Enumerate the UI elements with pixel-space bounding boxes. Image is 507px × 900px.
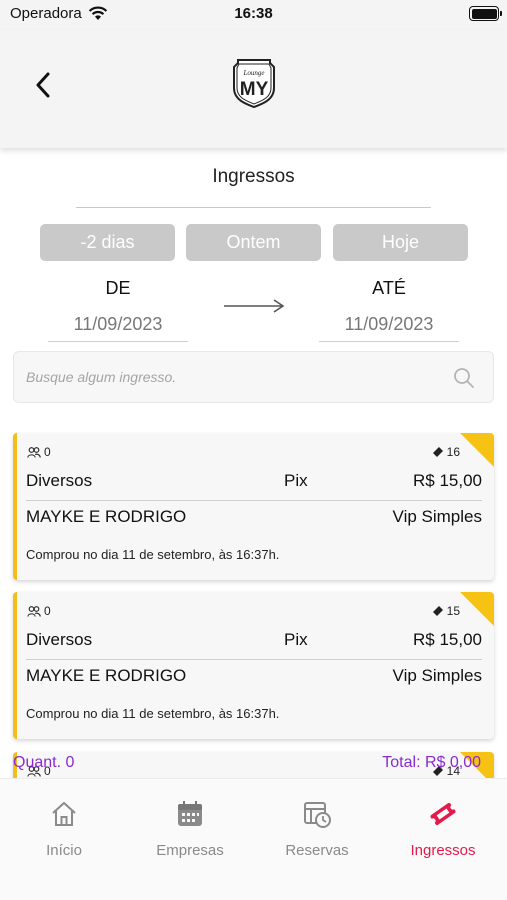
- ticket-small-icon: [432, 606, 443, 616]
- ticket-count-value: 15: [446, 604, 460, 618]
- tab-bar: Início Empresas Reservas Ingressos: [0, 778, 507, 900]
- ticket-price: R$ 15,00: [413, 471, 482, 490]
- summary-bar: Quant. 0 Total: R$ 0,00: [0, 752, 507, 778]
- total-summary: Total: R$ 0,00: [382, 754, 481, 771]
- ticket-card[interactable]: 0 15 Diversos Pix R$ 15,00 MAYKE E RODRI…: [13, 592, 494, 739]
- logo-text: MY: [240, 79, 269, 100]
- title-divider: [76, 207, 431, 208]
- filter-today-button[interactable]: Hoje: [333, 224, 468, 261]
- people-value: 0: [44, 445, 51, 459]
- people-icon: [27, 446, 41, 458]
- card-corner-flag: [460, 433, 494, 467]
- people-count: 0: [27, 604, 51, 618]
- quantity-summary: Quant. 0: [13, 754, 75, 771]
- customer-name: MAYKE E RODRIGO: [26, 666, 187, 685]
- from-date-label: DE: [105, 278, 131, 298]
- search-input[interactable]: [26, 352, 426, 402]
- ticket-count: 16: [432, 445, 460, 459]
- from-date-field[interactable]: 11/09/2023: [48, 314, 188, 342]
- ticket-icon: [430, 802, 456, 826]
- ticket-count: 15: [432, 604, 460, 618]
- ticket-category: Diversos: [26, 630, 93, 649]
- card-divider: [26, 500, 482, 501]
- people-count: 0: [27, 445, 51, 459]
- filter-yesterday-button[interactable]: Ontem: [186, 224, 321, 261]
- calendar-icon: [178, 801, 202, 826]
- search-icon[interactable]: [453, 367, 475, 389]
- tab-label: Início: [46, 842, 82, 859]
- tab-reservas[interactable]: Reservas: [254, 779, 380, 869]
- back-button[interactable]: [26, 68, 60, 102]
- card-corner-flag: [460, 592, 494, 626]
- ticket-count-value: 16: [446, 445, 460, 459]
- tab-label: Reservas: [285, 842, 349, 859]
- tab-label: Empresas: [156, 842, 224, 859]
- status-bar: Operadora 16:38: [0, 0, 507, 30]
- status-time: 16:38: [234, 5, 273, 22]
- app-header: Lounge MY: [0, 30, 507, 148]
- to-date-label: ATÉ: [372, 278, 406, 298]
- logo-small-text: Lounge: [243, 69, 265, 77]
- purchase-info: Comprou no dia 11 de setembro, às 16:37h…: [26, 706, 280, 721]
- ticket-type: Vip Simples: [392, 507, 482, 526]
- chevron-left-icon: [36, 72, 50, 98]
- page-title: Ingressos: [212, 166, 295, 187]
- tab-ingressos[interactable]: Ingressos: [380, 779, 506, 869]
- ticket-type: Vip Simples: [392, 666, 482, 685]
- arrow-right-icon: [224, 299, 285, 313]
- customer-name: MAYKE E RODRIGO: [26, 507, 187, 526]
- people-icon: [27, 605, 41, 617]
- ticket-category: Diversos: [26, 471, 93, 490]
- payment-method: Pix: [284, 630, 308, 649]
- tab-empresas[interactable]: Empresas: [127, 779, 253, 869]
- ticket-small-icon: [432, 447, 443, 457]
- ticket-card[interactable]: 0 16 Diversos Pix R$ 15,00 MAYKE E RODRI…: [13, 433, 494, 580]
- search-bar: [13, 351, 494, 403]
- card-divider: [26, 659, 482, 660]
- purchase-info: Comprou no dia 11 de setembro, às 16:37h…: [26, 547, 280, 562]
- tab-inicio[interactable]: Início: [1, 779, 127, 869]
- to-date-field[interactable]: 11/09/2023: [319, 314, 459, 342]
- payment-method: Pix: [284, 471, 308, 490]
- tab-label: Ingressos: [410, 842, 476, 859]
- people-value: 0: [44, 604, 51, 618]
- reservation-clock-icon: [304, 802, 331, 828]
- ticket-price: R$ 15,00: [413, 630, 482, 649]
- battery-icon: [469, 6, 502, 21]
- home-icon: [52, 802, 76, 826]
- brand-logo: Lounge MY: [233, 59, 275, 108]
- filter-two-days-button[interactable]: -2 dias: [40, 224, 175, 261]
